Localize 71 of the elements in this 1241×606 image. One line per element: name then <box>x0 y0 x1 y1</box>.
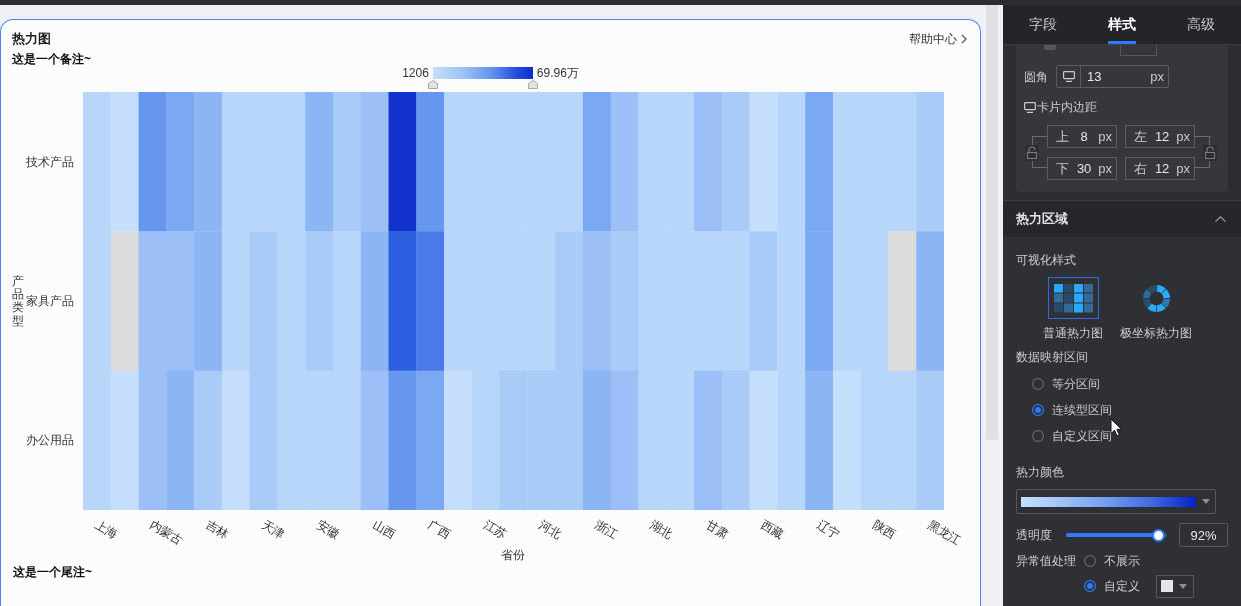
x-axis-label: 江苏 <box>480 517 509 542</box>
field-label: 异常值处理 <box>1016 553 1076 570</box>
x-axis-label: 天津 <box>258 517 287 542</box>
input-field[interactable] <box>1120 45 1157 56</box>
field-label: 圆角 <box>1024 68 1049 85</box>
help-link[interactable]: 帮助中心 <box>909 31 967 47</box>
color-picker-dropdown[interactable] <box>1156 574 1194 598</box>
section-title: 热力区域 <box>1016 210 1068 228</box>
radio-option[interactable]: 不展示 <box>1084 550 1140 572</box>
x-axis-label: 西藏 <box>758 517 787 542</box>
x-axis-label: 湖北 <box>647 517 676 542</box>
chart-note: 这是一个备注~ <box>12 51 91 67</box>
legend-min-label: 1206 <box>402 66 429 80</box>
y-axis-label: 技术产品 <box>25 153 74 170</box>
scrollbar-thumb[interactable] <box>986 5 998 440</box>
heatmap-style-option[interactable]: 极坐标热力图 <box>1120 277 1192 341</box>
x-axis-label: 陕西 <box>869 517 898 542</box>
field-label: 数据映射区间 <box>1016 349 1088 365</box>
opacity-input[interactable]: 92% <box>1179 523 1228 547</box>
monitor-icon[interactable] <box>1062 71 1075 82</box>
x-axis-label: 吉林 <box>202 517 231 542</box>
field-label: 可视化样式 <box>1016 252 1076 268</box>
slider-thumb[interactable] <box>1152 528 1166 542</box>
tab[interactable]: 高级 <box>1161 5 1241 44</box>
caret-icon <box>1179 583 1187 589</box>
chevron-right-icon <box>961 34 967 44</box>
tab[interactable]: 字段 <box>1003 5 1083 44</box>
x-axis-label: 广西 <box>425 517 453 542</box>
legend-handle-icon[interactable] <box>527 80 538 89</box>
x-axis-label: 内蒙古 <box>147 517 186 548</box>
x-axis-label: 浙江 <box>591 517 620 542</box>
radio-option[interactable]: 等分区间 <box>1032 371 1100 397</box>
corner-radius-field[interactable]: 13 px <box>1056 65 1169 88</box>
field-label: 透明度 <box>1016 527 1053 543</box>
padding-field[interactable]: 右 12 px <box>1125 157 1195 180</box>
monitor-icon <box>1024 101 1036 113</box>
x-axis-label: 甘肃 <box>702 517 731 542</box>
checkbox[interactable] <box>1044 45 1056 50</box>
radio-option[interactable]: 自定义区间 <box>1032 423 1112 449</box>
chart-footnote: 这是一个尾注~ <box>13 564 92 580</box>
x-axis-label: 河北 <box>536 517 565 542</box>
field-label: 热力颜色 <box>1016 464 1064 480</box>
x-axis-label: 山西 <box>369 517 398 542</box>
padding-field[interactable]: 上 8 px <box>1047 125 1117 148</box>
radio-option[interactable]: 自定义 <box>1084 575 1140 597</box>
chart-title: 热力图 <box>12 30 51 48</box>
y-axis-label: 办公用品 <box>25 432 74 449</box>
x-axis-label: 上海 <box>91 517 120 542</box>
color-swatch-icon <box>1161 580 1173 592</box>
color-scheme-dropdown[interactable] <box>1016 489 1216 514</box>
x-axis-label: 辽宁 <box>814 517 842 542</box>
padlock-icon[interactable] <box>1203 145 1217 161</box>
padding-field[interactable]: 左 12 px <box>1125 125 1195 148</box>
chevron-icon <box>1215 216 1226 222</box>
padding-field[interactable]: 下 30 px <box>1047 157 1117 180</box>
tab[interactable]: 样式 <box>1082 5 1162 44</box>
heatmap-style-option[interactable]: 普通热力图 <box>1043 277 1103 341</box>
x-axis-label: 黑龙江 <box>925 517 964 548</box>
radio-option[interactable]: 连续型区间 <box>1032 397 1112 423</box>
caret-icon <box>1202 499 1210 504</box>
padlock-icon[interactable] <box>1025 145 1039 161</box>
legend-max-label: 69.96万 <box>536 66 579 80</box>
gradient-bar-icon <box>1021 496 1196 507</box>
section-header[interactable]: 热力区域 <box>1003 200 1241 237</box>
mouse-pointer-icon <box>1110 418 1122 437</box>
y-axis-title: 产品类型 <box>12 275 24 328</box>
x-axis-title: 省份 <box>501 548 525 562</box>
x-axis-label: 安徽 <box>314 517 342 542</box>
field-label: 卡片内边距 <box>1037 99 1097 115</box>
legend-handle-icon[interactable] <box>427 80 438 89</box>
y-axis-label: 家具产品 <box>25 293 74 309</box>
